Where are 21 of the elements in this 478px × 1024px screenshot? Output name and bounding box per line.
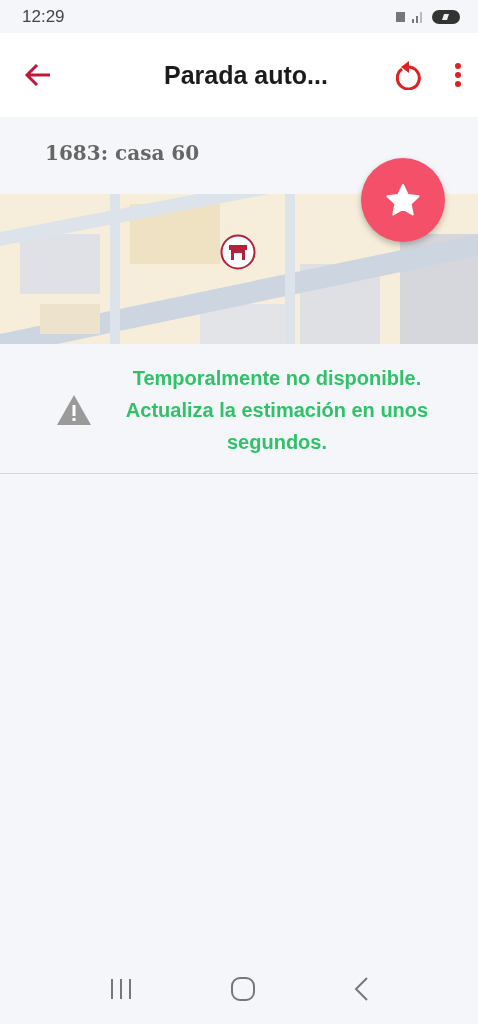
screen-title: Parada auto... (163, 60, 329, 90)
favorite-button[interactable] (361, 158, 445, 242)
back-nav-button[interactable] (353, 976, 370, 1002)
refresh-button[interactable] (394, 60, 422, 90)
battery-icon (432, 8, 460, 25)
home-icon (230, 976, 256, 1002)
status-time: 12:29 (22, 6, 65, 27)
recent-apps-button[interactable] (108, 978, 133, 1000)
bus-stop-marker-icon (220, 234, 256, 270)
stop-name: 1683: casa 60 (44, 140, 201, 167)
back-chevron-icon (353, 976, 370, 1002)
more-options-button[interactable] (454, 62, 462, 88)
unavailable-message: Temporalmente no disponible. Actualiza la estimación en unos segundos. (124, 366, 430, 455)
recent-apps-icon (108, 978, 133, 1000)
warning-icon (56, 394, 92, 426)
back-button[interactable] (24, 62, 52, 88)
back-arrow-icon (24, 62, 52, 88)
refresh-icon (394, 60, 422, 90)
star-icon (386, 184, 420, 216)
home-button[interactable] (230, 976, 256, 1002)
more-icon (454, 62, 462, 88)
